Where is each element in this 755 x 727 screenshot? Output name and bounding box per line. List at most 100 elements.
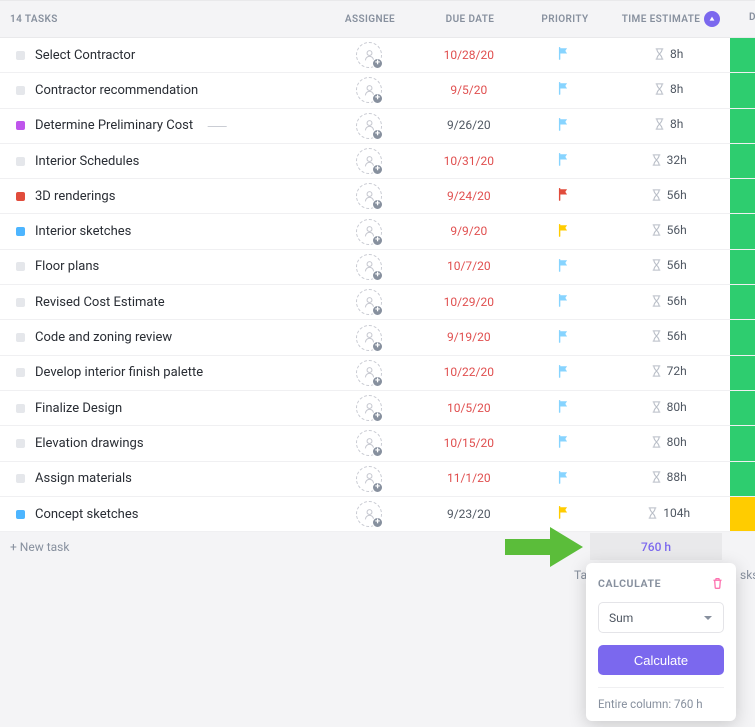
assignee-avatar-empty[interactable]: + xyxy=(356,42,382,68)
assignee-avatar-empty[interactable]: + xyxy=(356,254,382,280)
time-estimate[interactable]: 8h xyxy=(655,82,683,96)
priority-flag-icon[interactable] xyxy=(557,505,571,519)
task-title[interactable]: Finalize Design xyxy=(35,401,122,416)
status-bullet[interactable] xyxy=(16,262,25,271)
col-header-due-date[interactable]: DUE DATE xyxy=(420,14,520,25)
task-row[interactable]: Finalize Design +10/5/20 80h xyxy=(0,391,755,426)
sort-ascending-icon[interactable] xyxy=(704,11,720,27)
priority-flag-icon[interactable] xyxy=(557,46,571,60)
due-date[interactable]: 9/5/20 xyxy=(450,83,487,97)
assignee-avatar-empty[interactable]: + xyxy=(356,430,382,456)
assignee-avatar-empty[interactable]: + xyxy=(356,219,382,245)
due-date[interactable]: 10/28/20 xyxy=(444,48,494,62)
time-estimate[interactable]: 80h xyxy=(652,400,687,414)
priority-flag-icon[interactable] xyxy=(557,223,571,237)
task-title[interactable]: Assign materials xyxy=(35,471,132,486)
add-assignee-icon[interactable]: + xyxy=(372,129,383,140)
due-date[interactable]: 10/15/20 xyxy=(444,436,494,450)
task-title[interactable]: Concept sketches xyxy=(35,507,138,522)
task-title[interactable]: Select Contractor xyxy=(35,48,135,63)
time-estimate[interactable]: 56h xyxy=(652,258,687,272)
time-estimate[interactable]: 56h xyxy=(652,294,687,308)
task-row[interactable]: Interior Schedules +10/31/20 32h xyxy=(0,144,755,179)
add-assignee-icon[interactable]: + xyxy=(372,341,383,352)
calculate-function-select[interactable]: Sum xyxy=(598,602,724,633)
col-header-assignee[interactable]: ASSIGNEE xyxy=(320,14,420,25)
add-assignee-icon[interactable]: + xyxy=(372,93,383,104)
time-estimate[interactable]: 32h xyxy=(652,153,687,167)
priority-flag-icon[interactable] xyxy=(557,117,571,131)
priority-flag-icon[interactable] xyxy=(557,258,571,272)
task-row[interactable]: Develop interior finish palette +10/22/20… xyxy=(0,356,755,391)
time-estimate-total[interactable]: 760 h xyxy=(590,533,722,560)
priority-flag-icon[interactable] xyxy=(557,152,571,166)
add-assignee-icon[interactable]: + xyxy=(372,235,383,246)
status-bullet[interactable] xyxy=(16,474,25,483)
time-estimate[interactable]: 56h xyxy=(652,329,687,343)
status-bullet[interactable] xyxy=(16,404,25,413)
add-assignee-icon[interactable]: + xyxy=(372,305,383,316)
add-assignee-icon[interactable]: + xyxy=(372,199,383,210)
assignee-avatar-empty[interactable]: + xyxy=(356,77,382,103)
task-row[interactable]: Elevation drawings +10/15/20 80h xyxy=(0,426,755,461)
col-header-time-estimate[interactable]: TIME ESTIMATE xyxy=(610,11,732,27)
assignee-avatar-empty[interactable]: + xyxy=(356,289,382,315)
priority-flag-icon[interactable] xyxy=(557,434,571,448)
status-bullet[interactable] xyxy=(16,368,25,377)
add-assignee-icon[interactable]: + xyxy=(372,446,383,457)
time-estimate[interactable]: 72h xyxy=(652,364,687,378)
task-title[interactable]: 3D renderings xyxy=(35,189,115,204)
status-bullet[interactable] xyxy=(16,333,25,342)
task-row[interactable]: Interior sketches +9/9/20 56h xyxy=(0,214,755,249)
task-row[interactable]: Floor plans +10/7/20 56h xyxy=(0,250,755,285)
task-title[interactable]: Interior sketches xyxy=(35,224,131,239)
assignee-avatar-empty[interactable]: + xyxy=(356,360,382,386)
due-date[interactable]: 10/22/20 xyxy=(444,365,494,379)
priority-flag-icon[interactable] xyxy=(557,81,571,95)
due-date[interactable]: 10/7/20 xyxy=(447,259,491,273)
task-title[interactable]: Interior Schedules xyxy=(35,154,139,169)
due-date[interactable]: 9/24/20 xyxy=(447,189,491,203)
due-date[interactable]: 11/1/20 xyxy=(447,471,491,485)
trash-icon[interactable] xyxy=(711,577,724,590)
time-estimate[interactable]: 88h xyxy=(652,470,687,484)
task-row[interactable]: Select Contractor +10/28/20 8h xyxy=(0,38,755,73)
task-title[interactable]: Revised Cost Estimate xyxy=(35,295,165,310)
task-title[interactable]: Determine Preliminary Cost xyxy=(35,118,193,133)
time-estimate[interactable]: 8h xyxy=(655,117,683,131)
priority-flag-icon[interactable] xyxy=(557,293,571,307)
priority-flag-icon[interactable] xyxy=(557,329,571,343)
due-date[interactable]: 9/19/20 xyxy=(447,330,491,344)
assignee-avatar-empty[interactable]: + xyxy=(356,183,382,209)
task-row[interactable]: Determine Preliminary Cost⸺+9/26/208h xyxy=(0,109,755,144)
due-date[interactable]: 10/31/20 xyxy=(444,154,494,168)
time-estimate[interactable]: 80h xyxy=(652,435,687,449)
assignee-avatar-empty[interactable]: + xyxy=(356,466,382,492)
status-bullet[interactable] xyxy=(16,86,25,95)
due-date[interactable]: 9/26/20 xyxy=(447,118,491,132)
time-estimate[interactable]: 56h xyxy=(652,223,687,237)
due-date[interactable]: 10/5/20 xyxy=(447,401,491,415)
time-estimate[interactable]: 56h xyxy=(652,188,687,202)
task-row[interactable]: Assign materials +11/1/20 88h xyxy=(0,462,755,497)
calculate-button[interactable]: Calculate xyxy=(598,645,724,675)
due-date[interactable]: 9/9/20 xyxy=(450,224,487,238)
task-row[interactable]: Revised Cost Estimate +10/29/20 56h xyxy=(0,285,755,320)
add-assignee-icon[interactable]: + xyxy=(372,411,383,422)
task-title[interactable]: Develop interior finish palette xyxy=(35,365,203,380)
due-date[interactable]: 10/29/20 xyxy=(444,295,494,309)
task-title[interactable]: Elevation drawings xyxy=(35,436,144,451)
status-bullet[interactable] xyxy=(16,51,25,60)
add-assignee-icon[interactable]: + xyxy=(372,482,383,493)
assignee-avatar-empty[interactable]: + xyxy=(356,148,382,174)
priority-flag-icon[interactable] xyxy=(557,399,571,413)
task-row[interactable]: 3D renderings +9/24/20 56h xyxy=(0,179,755,214)
time-estimate[interactable]: 8h xyxy=(655,47,683,61)
task-title[interactable]: Floor plans xyxy=(35,259,99,274)
task-row[interactable]: Code and zoning review +9/19/20 56h xyxy=(0,320,755,355)
priority-flag-icon[interactable] xyxy=(557,187,571,201)
task-title[interactable]: Code and zoning review xyxy=(35,330,172,345)
assignee-avatar-empty[interactable]: + xyxy=(356,325,382,351)
add-assignee-icon[interactable]: + xyxy=(372,270,383,281)
assignee-avatar-empty[interactable]: + xyxy=(356,113,382,139)
